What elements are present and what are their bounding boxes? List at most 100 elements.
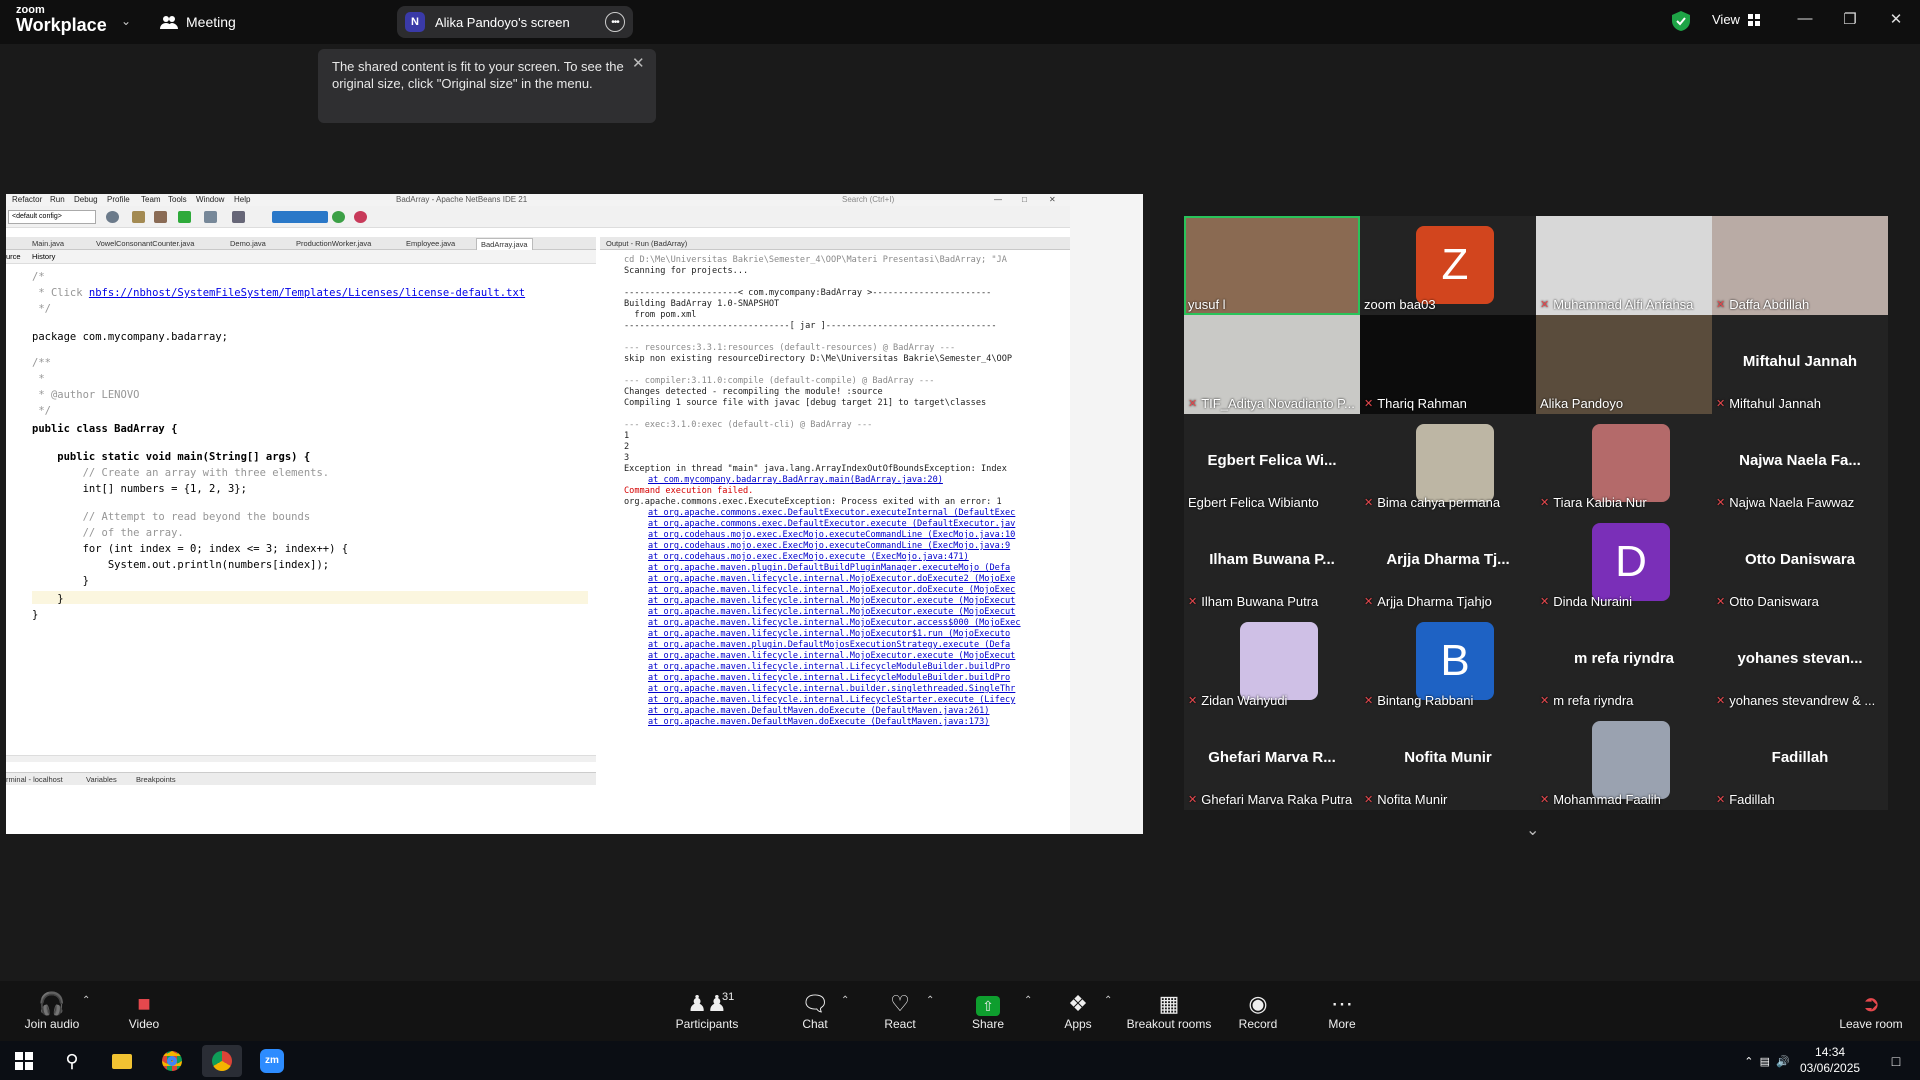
participant-tile[interactable]: Miftahul Jannah ✕ Miftahul Jannah (1712, 315, 1888, 414)
chrome-icon[interactable] (152, 1045, 192, 1077)
stacktrace-link[interactable]: at org.apache.maven.lifecycle.internal.L… (648, 662, 1010, 672)
participant-tile[interactable]: ✕ Thariq Rahman (1360, 315, 1536, 414)
chevron-up-icon[interactable]: ⌃ (841, 995, 849, 1006)
ide-menu-tools[interactable]: Tools (168, 195, 187, 204)
license-link[interactable]: nbfs://nbhost/SystemFileSystem/Templates… (89, 287, 525, 299)
stacktrace-link[interactable]: at org.codehaus.mojo.exec.ExecMojo.execu… (648, 552, 969, 562)
leave-room-button[interactable]: ➲ Leave room (1838, 991, 1904, 1031)
shared-screen-pill[interactable]: N Alika Pandoyo's screen ••• (397, 6, 633, 38)
stacktrace-link[interactable]: at org.apache.maven.plugin.DefaultMojosE… (648, 640, 1010, 650)
stacktrace-link[interactable]: at org.apache.maven.lifecycle.internal.M… (648, 629, 1010, 639)
tab-production-worker[interactable]: ProductionWorker.java (292, 238, 375, 250)
tab-terminal[interactable]: rminal - localhost (6, 775, 63, 784)
stacktrace-link[interactable]: at org.codehaus.mojo.exec.ExecMojo.execu… (648, 541, 1010, 551)
participants-button[interactable]: ♟♟ 31 Participants (674, 991, 740, 1031)
tab-vowel-consonant[interactable]: VowelConsonantCounter.java (92, 238, 198, 250)
participant-tile[interactable]: ✕ Mohammad Faalih (1536, 711, 1712, 810)
ide-menu-team[interactable]: Team (141, 195, 161, 204)
chevron-down-icon[interactable]: ⌄ (1526, 820, 1539, 840)
ide-menu-debug[interactable]: Debug (74, 195, 98, 204)
stacktrace-link[interactable]: at com.mycompany.badarray.BadArray.main(… (648, 475, 943, 485)
participant-tile[interactable]: Egbert Felica Wi... Egbert Felica Wibiant… (1184, 414, 1360, 513)
stacktrace-link[interactable]: at org.apache.commons.exec.DefaultExecut… (648, 508, 1015, 518)
memory-indicator[interactable] (272, 211, 328, 223)
participant-tile[interactable]: Ilham Buwana P... ✕ Ilham Buwana Putra (1184, 513, 1360, 612)
share-button[interactable]: ⇧ Share ⌃ (968, 991, 1032, 1031)
react-button[interactable]: ♡ React ⌃ (880, 991, 934, 1031)
notification-icon[interactable]: □ (1876, 1045, 1916, 1077)
build-icon[interactable] (132, 211, 145, 223)
meeting-menu-button[interactable]: Meeting (160, 11, 236, 33)
participant-tile[interactable]: Fadillah ✕ Fadillah (1712, 711, 1888, 810)
stacktrace-link[interactable]: at org.apache.maven.plugin.DefaultBuildP… (648, 563, 1010, 573)
profile-icon[interactable] (232, 211, 245, 223)
editor-horizontal-scrollbar[interactable] (6, 755, 596, 762)
video-button[interactable]: ■ Video (120, 991, 168, 1031)
tab-demo-java[interactable]: Demo.java (226, 238, 270, 250)
stacktrace-link[interactable]: at org.apache.maven.lifecycle.internal.M… (648, 574, 1015, 584)
participant-tile[interactable]: ✕ TIF_Aditya Novadianto P... (1184, 315, 1360, 414)
participant-tile[interactable]: Ghefari Marva R... ✕ Ghefari Marva Raka Pu… (1184, 711, 1360, 810)
system-tray[interactable]: ⌃ ▤ 🔊 (1722, 1045, 1812, 1077)
participant-tile[interactable]: yohanes stevan... ✕ yohanes stevandrew & .… (1712, 612, 1888, 711)
chevron-up-icon[interactable]: ⌃ (82, 995, 90, 1006)
tab-main-java[interactable]: Main.java (28, 238, 68, 250)
restore-window-icon[interactable]: ❐ (1836, 10, 1864, 32)
chat-button[interactable]: 🗨 Chat ⌃ (795, 991, 849, 1031)
taskbar-clock[interactable]: 14:34 03/06/2025 (1800, 1044, 1860, 1076)
stacktrace-link[interactable]: at org.apache.maven.lifecycle.internal.M… (648, 618, 1021, 628)
participant-tile[interactable]: Alika Pandoyo (1536, 315, 1712, 414)
chevron-up-icon[interactable]: ⌃ (926, 995, 934, 1006)
record-button[interactable]: ◉ Record (1236, 991, 1280, 1031)
participant-tile[interactable]: Otto Daniswara ✕ Otto Daniswara (1712, 513, 1888, 612)
participant-tile[interactable]: ✕ Daffa Abdillah (1712, 216, 1888, 315)
source-tab[interactable]: urce (6, 252, 21, 261)
cancel-icon[interactable] (354, 211, 367, 223)
minimize-window-icon[interactable]: — (1791, 10, 1819, 32)
breakout-rooms-button[interactable]: ▦ Breakout rooms (1126, 991, 1212, 1031)
history-tab[interactable]: History (32, 252, 55, 261)
debug-icon[interactable] (204, 211, 217, 223)
search-icon[interactable]: ⚲ (52, 1045, 92, 1077)
tab-variables[interactable]: Variables (86, 775, 117, 784)
participant-tile[interactable]: Najwa Naela Fa... ✕ Najwa Naela Fawwaz (1712, 414, 1888, 513)
chrome-active-icon[interactable] (202, 1045, 242, 1077)
participant-tile[interactable]: Nofita Munir ✕ Nofita Munir (1360, 711, 1536, 810)
participant-tile[interactable]: ✕ Muhammad Alfi Anfahsa (1536, 216, 1712, 315)
join-audio-button[interactable]: 🎧 Join audio ⌃ (24, 991, 91, 1031)
participant-tile[interactable]: m refa riyndra ✕ m refa riyndra (1536, 612, 1712, 711)
zoom-app-icon[interactable]: zm (252, 1045, 292, 1077)
globe-icon[interactable] (106, 211, 119, 223)
code-editor[interactable]: /* * Click nbfs://nbhost/SystemFileSyste… (6, 265, 588, 755)
stacktrace-link[interactable]: at org.apache.maven.DefaultMaven.doExecu… (648, 706, 989, 716)
close-window-icon[interactable]: ✕ (1882, 10, 1910, 32)
file-explorer-icon[interactable] (102, 1045, 142, 1077)
stacktrace-link[interactable]: at org.apache.maven.lifecycle.internal.b… (648, 684, 1015, 694)
participant-tile[interactable]: Arjja Dharma Tj... ✕ Arjja Dharma Tjahjo (1360, 513, 1536, 612)
apps-button[interactable]: ❖ Apps ⌃ (1058, 991, 1112, 1031)
participant-tile[interactable]: B ✕ Bintang Rabbani (1360, 612, 1536, 711)
tab-breakpoints[interactable]: Breakpoints (136, 775, 176, 784)
run-icon[interactable] (178, 211, 191, 223)
clean-build-icon[interactable] (154, 211, 167, 223)
stacktrace-link[interactable]: at org.apache.maven.lifecycle.internal.M… (648, 596, 1015, 606)
ide-close-icon[interactable]: ✕ (1049, 195, 1056, 204)
config-select[interactable]: <default config> (8, 210, 96, 224)
stacktrace-link[interactable]: at org.codehaus.mojo.exec.ExecMojo.execu… (648, 530, 1015, 540)
more-options-icon[interactable]: ••• (605, 12, 625, 32)
stacktrace-link[interactable]: at org.apache.maven.lifecycle.internal.M… (648, 607, 1015, 617)
chevron-down-icon[interactable]: ⌄ (121, 14, 131, 28)
stacktrace-link[interactable]: at org.apache.maven.lifecycle.internal.M… (648, 651, 1015, 661)
participant-tile[interactable]: D ✕ Dinda Nuraini (1536, 513, 1712, 612)
stacktrace-link[interactable]: at org.apache.maven.lifecycle.internal.M… (648, 585, 1015, 595)
ide-minimize-icon[interactable]: — (994, 195, 1002, 204)
stacktrace-link[interactable]: at org.apache.maven.DefaultMaven.doExecu… (648, 717, 989, 727)
ide-search-field[interactable]: Search (Ctrl+I) (842, 195, 894, 204)
participant-tile[interactable]: ✕ Zidan Wahyudi (1184, 612, 1360, 711)
chevron-up-icon[interactable]: ⌃ (1024, 995, 1032, 1006)
tab-employee-java[interactable]: Employee.java (402, 238, 459, 250)
ide-menu-run[interactable]: Run (50, 195, 65, 204)
windows-start-icon[interactable] (4, 1045, 44, 1077)
ide-menu-window[interactable]: Window (196, 195, 224, 204)
participant-tile[interactable]: yusuf l (1184, 216, 1360, 315)
